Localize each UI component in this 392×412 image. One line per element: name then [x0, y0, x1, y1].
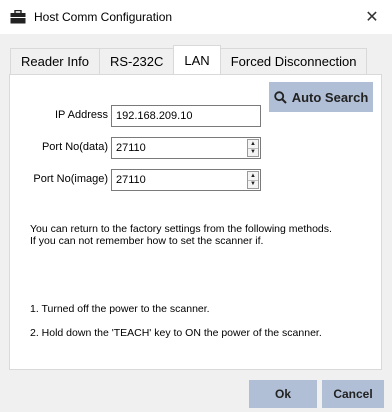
ip-address-field[interactable]: 192.168.209.10: [111, 105, 261, 127]
port-image-stepper[interactable]: 27110 ▲ ▼: [111, 169, 261, 191]
step-1-text: 1. Turned off the power to the scanner.: [30, 303, 210, 315]
ip-address-value: 192.168.209.10: [116, 110, 193, 122]
title-bar: Host Comm Configuration ✕: [0, 0, 392, 34]
port-data-spinner[interactable]: ▲ ▼: [247, 139, 259, 157]
close-icon[interactable]: ✕: [352, 0, 392, 34]
auto-search-label: Auto Search: [291, 89, 369, 105]
spin-down-icon[interactable]: ▼: [248, 147, 258, 157]
tab-rs232c[interactable]: RS-232C: [98, 48, 175, 74]
port-image-label: Port No(image): [33, 173, 108, 185]
ip-address-label: IP Address: [55, 109, 108, 121]
spin-down-icon[interactable]: ▼: [248, 179, 258, 189]
tab-lan[interactable]: LAN: [173, 45, 221, 74]
tab-reader-info[interactable]: Reader Info: [10, 48, 100, 74]
spin-up-icon[interactable]: ▲: [248, 140, 258, 148]
port-data-stepper[interactable]: 27110 ▲ ▼: [111, 137, 261, 159]
tab-forced-disconnection[interactable]: Forced Disconnection: [219, 48, 368, 74]
port-data-label: Port No(data): [41, 141, 108, 153]
tab-bar: Reader Info RS-232C LAN Forced Disconnec…: [10, 45, 368, 74]
spin-up-icon[interactable]: ▲: [248, 172, 258, 180]
auto-search-button[interactable]: Auto Search: [269, 82, 373, 112]
dialog-window: Host Comm Configuration ✕ Reader Info RS…: [0, 0, 392, 412]
briefcase-icon: [10, 9, 26, 25]
ok-button[interactable]: Ok: [249, 380, 317, 408]
search-icon: [274, 90, 287, 104]
port-image-spinner[interactable]: ▲ ▼: [247, 171, 259, 189]
port-data-value: 27110: [116, 142, 146, 154]
lan-panel: IP Address 192.168.209.10 Auto Search Po…: [9, 74, 382, 370]
port-image-value: 27110: [116, 174, 146, 186]
info-line-2: If you can not remember how to set the s…: [30, 235, 264, 247]
window-title: Host Comm Configuration: [34, 10, 173, 24]
step-2-text: 2. Hold down the 'TEACH' key to ON the p…: [30, 327, 322, 339]
cancel-button[interactable]: Cancel: [322, 380, 384, 408]
info-line-1: You can return to the factory settings f…: [30, 223, 332, 235]
